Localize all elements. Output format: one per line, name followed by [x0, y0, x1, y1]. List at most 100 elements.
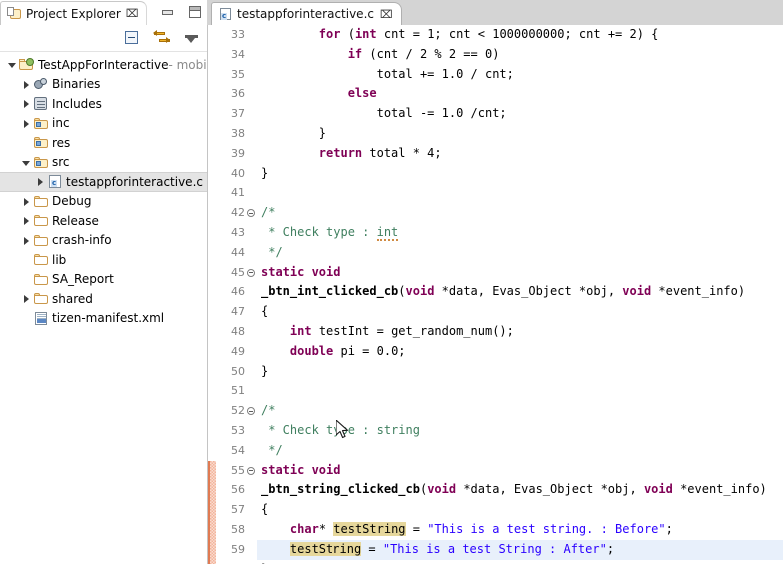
minimize-icon[interactable] — [161, 5, 175, 19]
code-text: } — [257, 362, 783, 382]
code-line[interactable]: 38 } — [216, 123, 783, 144]
expand-arrow-down-icon[interactable] — [6, 58, 19, 71]
code-line[interactable]: 39 return total * 4; — [216, 143, 783, 164]
code-token: int — [289, 323, 312, 338]
expand-arrow-right-icon[interactable] — [20, 117, 33, 130]
code-line[interactable]: 43 * Check type : int — [216, 222, 783, 243]
expand-arrow-right-icon[interactable] — [20, 292, 33, 305]
code-text: _btn_int_clicked_cb(void *data, Evas_Obj… — [257, 282, 783, 302]
code-line[interactable]: 42 /* — [216, 203, 783, 223]
code-line[interactable]: 40} — [216, 163, 783, 184]
code-line[interactable]: 57 { — [216, 500, 783, 520]
code-line[interactable]: 58 char* testString = "This is a test st… — [216, 519, 783, 540]
expand-arrow-right-icon[interactable] — [20, 234, 33, 247]
fold-collapse-icon[interactable] — [246, 401, 257, 421]
view-menu-icon[interactable] — [183, 29, 201, 47]
code-token: *event_info) — [672, 482, 767, 497]
folder-icon — [33, 252, 49, 267]
fold-collapse-icon[interactable] — [246, 262, 257, 283]
code-token: "This is a test string. : Before" — [427, 521, 666, 536]
expand-arrow-down-icon[interactable] — [20, 156, 33, 169]
tree-item-shared[interactable]: shared — [0, 289, 207, 309]
tree-item-sa-report[interactable]: SA_Report — [0, 270, 207, 290]
tree-item-binaries[interactable]: Binaries — [0, 75, 207, 95]
fold-collapse-icon[interactable] — [246, 203, 257, 223]
code-line[interactable]: 33 for (int cnt = 1; cnt < 1000000000; c… — [216, 25, 783, 45]
code-line[interactable]: 55 static void — [216, 460, 783, 481]
line-number: 33 — [216, 25, 246, 45]
code-line[interactable]: 52 /* — [216, 401, 783, 421]
tree-item-lib[interactable]: lib — [0, 250, 207, 270]
code-token: { — [261, 502, 269, 517]
tree-item-includes[interactable]: Includes — [0, 94, 207, 114]
code-line[interactable]: 48 int testInt = get_random_num(); — [216, 321, 783, 342]
close-icon[interactable]: ⌧ — [126, 8, 139, 19]
code-token: void — [643, 482, 673, 497]
expand-arrow-right-icon[interactable] — [20, 214, 33, 227]
expand-arrow-right-icon[interactable] — [34, 175, 47, 188]
expand-arrow-right-icon[interactable] — [20, 195, 33, 208]
code-text: static void — [257, 461, 783, 481]
code-line[interactable]: 51 — [216, 381, 783, 402]
code-line[interactable]: 37 total -= 1.0 /cnt; — [216, 104, 783, 124]
code-token: } — [261, 363, 269, 378]
code-text: else — [257, 84, 783, 104]
tree-item-src[interactable]: src — [0, 153, 207, 173]
code-line[interactable]: 36 else — [216, 84, 783, 105]
tab-label: Project Explorer — [26, 6, 121, 21]
folder-icon — [33, 291, 49, 306]
code-line[interactable]: 56 _btn_string_clicked_cb(void *data, Eva… — [216, 480, 783, 501]
project-tree[interactable]: TestAppForInteractive - mobi Binaries Incl… — [0, 52, 207, 567]
code-line[interactable]: 34 if (cnt / 2 % 2 == 0) — [216, 44, 783, 65]
code-line[interactable]: 41 — [216, 183, 783, 204]
line-number: 40 — [216, 163, 246, 184]
code-area[interactable]: 33 for (int cnt = 1; cnt < 1000000000; c… — [216, 25, 783, 566]
project-explorer-tabbar: Project Explorer ⌧ — [0, 0, 207, 25]
folder-icon — [33, 194, 49, 209]
code-line[interactable]: 44 */ — [216, 242, 783, 263]
tree-item-label: Binaries — [52, 77, 101, 92]
tab-project-explorer[interactable]: Project Explorer ⌧ — [0, 1, 147, 25]
tree-item-release[interactable]: Release — [0, 211, 207, 231]
expand-arrow-right-icon[interactable] — [20, 97, 33, 110]
collapse-all-icon[interactable] — [123, 29, 141, 47]
tab-testappforinteractive-c[interactable]: c testappforinteractive.c ⌧ — [211, 2, 402, 26]
code-token: */ — [261, 442, 283, 457]
tree-item-label: shared — [52, 291, 93, 306]
fold-spacer — [246, 519, 257, 540]
code-line[interactable]: 54 */ — [216, 440, 783, 461]
tree-item-res[interactable]: res — [0, 133, 207, 153]
code-line[interactable]: 59 testString = "This is a test String :… — [216, 539, 783, 560]
code-line[interactable]: 47 { — [216, 302, 783, 322]
fold-collapse-icon[interactable] — [246, 460, 257, 481]
code-token: ( — [398, 284, 406, 299]
code-line[interactable]: 35 total += 1.0 / cnt; — [216, 64, 783, 85]
tree-item-debug[interactable]: Debug — [0, 192, 207, 212]
link-with-editor-icon[interactable] — [153, 29, 171, 47]
code-line[interactable]: 45 static void — [216, 262, 783, 283]
code-line[interactable]: 49 double pi = 0.0; — [216, 341, 783, 362]
close-icon[interactable]: ⌧ — [380, 9, 393, 20]
maximize-icon[interactable] — [188, 5, 202, 19]
code-text: */ — [257, 243, 783, 263]
tree-item-label: res — [52, 135, 71, 150]
tree-item-tizen-manifest-xml[interactable]: tizen-manifest.xml — [0, 309, 207, 329]
code-token: total += 1.0 / cnt; — [261, 66, 514, 81]
expand-arrow-right-icon[interactable] — [20, 78, 33, 91]
tree-item-inc[interactable]: inc — [0, 114, 207, 134]
code-token: char — [289, 521, 319, 536]
code-token: void — [622, 284, 652, 299]
code-token: * Check type : — [261, 224, 377, 239]
code-line[interactable]: 53 * Check type : string — [216, 420, 783, 441]
code-line[interactable]: 50} — [216, 361, 783, 382]
tree-item-testappforinteractive-c[interactable]: testappforinteractive.c — [0, 172, 207, 192]
tree-item-crash-info[interactable]: crash-info — [0, 231, 207, 251]
code-token: void — [405, 284, 435, 299]
line-number: 56 — [216, 480, 246, 501]
code-line[interactable]: 46 _btn_int_clicked_cb(void *data, Evas_O… — [216, 282, 783, 303]
code-token: total * 4; — [362, 145, 442, 160]
tree-item-testappforinteractive[interactable]: TestAppForInteractive - mobi — [0, 55, 207, 75]
line-number: 58 — [216, 519, 246, 540]
